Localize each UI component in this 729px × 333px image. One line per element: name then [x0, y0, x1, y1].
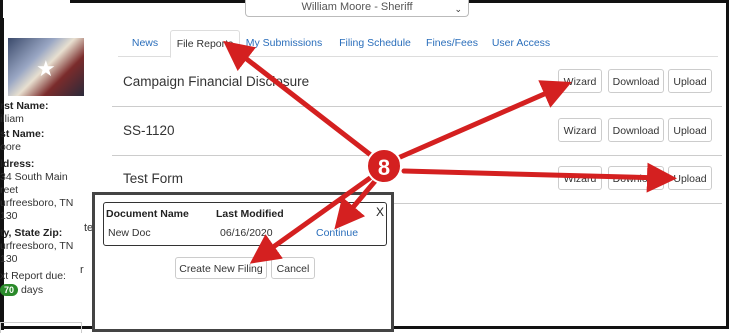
column-header-document-name: Document Name [106, 208, 189, 220]
document-table: Document Name Last Modified New Doc 06/1… [103, 202, 387, 246]
report-row: Campaign Financial Disclosure Wizard Dow… [112, 58, 722, 107]
city-state-zip-label: ty, State Zip: [0, 227, 63, 239]
document-dialog: Document Name Last Modified New Doc 06/1… [92, 192, 394, 332]
document-name-cell: New Doc [108, 227, 151, 239]
last-name-value: oore [0, 141, 22, 153]
report-title: SS-1120 [123, 123, 175, 138]
tab-file-reports[interactable]: File Reports [170, 30, 240, 58]
days-remaining: 70 days [0, 284, 43, 297]
first-name-label: rst Name: [0, 100, 49, 112]
close-icon[interactable]: X [376, 205, 384, 219]
upload-button[interactable]: Upload [668, 166, 712, 190]
city-line: 130 [0, 253, 18, 265]
address-line: 34 South Main [0, 171, 68, 183]
create-new-filing-button[interactable]: Create New Filing [175, 257, 267, 279]
tab-bar: News File Reports My Submissions Filing … [118, 30, 718, 58]
sidebar: ★ rst Name: illiam st Name: oore ldress:… [0, 30, 100, 333]
tab-news[interactable]: News [124, 30, 166, 56]
report-row: SS-1120 Wizard Download Upload [112, 107, 722, 156]
next-report-label: xt Report due: [0, 270, 66, 282]
obscured-text: r [80, 264, 84, 276]
tab-my-submissions[interactable]: My Submissions [244, 30, 324, 56]
continue-link[interactable]: Continue [316, 227, 358, 239]
download-button[interactable]: Download [608, 118, 664, 142]
upload-button[interactable]: Upload [668, 69, 712, 93]
column-header-last-modified: Last Modified [216, 208, 284, 220]
days-badge: 70 [0, 284, 19, 296]
last-name-label: st Name: [0, 128, 45, 140]
wizard-button[interactable]: Wizard [558, 166, 602, 190]
address-line: reet [0, 184, 19, 196]
wizard-button[interactable]: Wizard [558, 69, 602, 93]
address-line: 130 [0, 210, 18, 222]
report-title: Campaign Financial Disclosure [123, 74, 310, 89]
download-button[interactable]: Download [608, 166, 664, 190]
tab-fines-fees[interactable]: Fines/Fees [424, 30, 480, 56]
wizard-button[interactable]: Wizard [558, 118, 602, 142]
address-line: urfreesboro, TN [0, 197, 74, 209]
address-label: ldress: [0, 158, 35, 170]
avatar: ★ [8, 38, 84, 96]
star-icon: ★ [36, 56, 56, 81]
city-line: urfreesboro, TN [0, 240, 74, 252]
sidebar-panel [0, 322, 82, 333]
first-name-value: illiam [0, 113, 24, 125]
days-label: days [20, 284, 44, 296]
step-number-badge: 8 [366, 148, 402, 184]
download-button[interactable]: Download [608, 69, 664, 93]
report-title: Test Form [123, 171, 184, 186]
last-modified-cell: 06/16/2020 [220, 227, 273, 239]
cancel-button[interactable]: Cancel [271, 257, 315, 279]
upload-button[interactable]: Upload [668, 118, 712, 142]
tab-user-access[interactable]: User Access [488, 30, 554, 56]
tab-filing-schedule[interactable]: Filing Schedule [334, 30, 416, 56]
